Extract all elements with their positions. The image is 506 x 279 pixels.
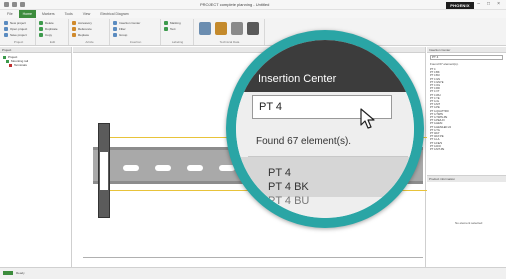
ribbon-item[interactable]: Copy	[45, 33, 52, 37]
status-text: Ready	[16, 271, 25, 275]
save-project-icon[interactable]	[4, 32, 8, 37]
phoenix-logo: PHOENIX	[446, 2, 474, 9]
status-bar: Ready	[0, 267, 506, 279]
save-icon[interactable]	[4, 2, 9, 7]
ribbon-group-label: Labeling	[171, 40, 184, 44]
magnified-header: Insertion Center	[236, 40, 414, 92]
results-list: PT 4 PT 4 BK PT 4 BU PT 4 GN PT 4 GNYE P…	[430, 68, 503, 151]
ribbon-group-article: Accessory Reference Replace Article	[70, 19, 110, 45]
ribbon-item[interactable]: Save project	[10, 33, 27, 37]
print-icon[interactable]	[247, 22, 259, 35]
ribbon-group-edit: Delete Duplicate Copy Edit	[37, 19, 69, 45]
magnified-found-text: Found 67 element(s).	[256, 136, 352, 147]
tree-node[interactable]: Terminals	[3, 63, 68, 67]
terminal-icon	[9, 63, 12, 67]
list-item[interactable]: PT 4 BU	[268, 194, 309, 208]
magnified-rail	[236, 157, 414, 197]
tab-view[interactable]: View	[79, 10, 95, 18]
rail-slot	[187, 165, 203, 171]
list-item[interactable]: PT 4 BK	[268, 180, 309, 194]
maximize-button[interactable]: □	[487, 1, 490, 7]
tab-file[interactable]: File	[3, 10, 17, 18]
marking-icon[interactable]	[164, 20, 168, 25]
replace-icon[interactable]	[72, 32, 76, 37]
magnifier-callout: Insertion Center PT 4 Found 67 element(s…	[226, 30, 424, 228]
ribbon-item[interactable]: Reference	[78, 27, 92, 31]
no-element-text: No element selected	[455, 221, 483, 225]
ribbon-item[interactable]: Group	[119, 33, 127, 37]
tab-home[interactable]: Home	[18, 10, 36, 18]
text-icon[interactable]	[164, 26, 168, 31]
open-project-icon[interactable]	[4, 26, 8, 31]
insertion-center-header: Insertion Center	[427, 47, 506, 53]
ribbon-item[interactable]: Text	[170, 27, 176, 31]
tab-markers[interactable]: Markers	[38, 10, 59, 18]
accessories-icon[interactable]	[215, 22, 227, 35]
folder-icon	[3, 55, 6, 59]
tab-tools[interactable]: Tools	[61, 10, 77, 18]
close-button[interactable]: ×	[497, 1, 500, 7]
ribbon-group-labeling: Marking Text Labeling	[162, 19, 194, 45]
tree-node-label: Terminals	[14, 63, 27, 67]
insertion-search-input[interactable]: PT 4	[430, 55, 503, 60]
copy-icon[interactable]	[39, 32, 43, 37]
delete-icon[interactable]	[39, 20, 43, 25]
ribbon-group-label: Article	[85, 40, 94, 44]
ribbon-item[interactable]: Delete	[45, 21, 54, 25]
insertion-center-panel: Insertion Center PT 4 Found 67 element(s…	[427, 47, 506, 267]
ribbon-item[interactable]: Open project	[10, 27, 27, 31]
magnified-title: Insertion Center	[258, 73, 337, 85]
product-info-header: Product information	[427, 176, 506, 182]
insertion-center-icon[interactable]	[113, 20, 117, 25]
redo-icon[interactable]	[20, 2, 25, 7]
ribbon-item[interactable]: Insertion Center	[119, 21, 140, 25]
window-controls: – □ ×	[477, 1, 500, 7]
found-count-text: Found 67 element(s).	[430, 62, 459, 66]
rail-icon	[6, 59, 9, 63]
ribbon-group-project: New project Open project Save project Pr…	[2, 19, 36, 45]
duplicate-icon[interactable]	[39, 26, 43, 31]
group-icon[interactable]	[113, 32, 117, 37]
terminal-marker	[100, 152, 108, 190]
project-tree: Project Mounting rail Terminals	[0, 53, 71, 69]
ribbon-item[interactable]: Accessory	[78, 21, 92, 25]
filter-icon[interactable]	[113, 26, 117, 31]
canvas-divider	[83, 257, 423, 258]
mouse-cursor-icon	[360, 108, 375, 129]
undo-icon[interactable]	[12, 2, 17, 7]
new-project-icon[interactable]	[4, 20, 8, 25]
ribbon-item[interactable]: Marking	[170, 21, 181, 25]
list-item[interactable]: PT 4	[268, 166, 309, 180]
status-indicator	[3, 271, 13, 275]
documents-icon[interactable]	[231, 22, 243, 35]
minimize-button[interactable]: –	[477, 1, 480, 7]
ribbon-group-label: Edit	[49, 40, 56, 44]
reference-icon[interactable]	[72, 26, 76, 31]
window-title: PROJECT complete planning - Untitled	[200, 2, 270, 7]
magnified-results-list: PT 4 PT 4 BK PT 4 BU	[268, 166, 309, 208]
ribbon-item[interactable]: Replace	[78, 33, 89, 37]
technical-data-icon[interactable]	[199, 22, 211, 35]
rail-slot	[155, 165, 171, 171]
terminal-block[interactable]	[98, 123, 110, 218]
ribbon-group-insertion: Insertion Center Filter Group Insertion	[111, 19, 161, 45]
ribbon-tabs: File Home Markers Tools View Electrical …	[0, 10, 506, 18]
ribbon-item[interactable]: Duplicate	[45, 27, 58, 31]
project-panel: Project Project Mounting rail Terminals	[0, 47, 72, 267]
product-info-panel: Product information No element selected	[427, 175, 506, 267]
accessory-icon[interactable]	[72, 20, 76, 25]
ribbon-group-label: Insertion	[129, 40, 142, 44]
magnified-separator	[248, 156, 408, 157]
ribbon-item[interactable]: New project	[10, 21, 26, 25]
list-item[interactable]: PT 4-MT-PE	[430, 148, 503, 151]
quick-access-toolbar	[4, 2, 25, 7]
title-bar: PROJECT complete planning - Untitled PHO…	[0, 0, 506, 10]
rail-slot	[123, 165, 139, 171]
tab-electrical-diagram[interactable]: Electrical Diagram	[96, 10, 132, 18]
ribbon-item[interactable]: Filter	[119, 27, 126, 31]
ribbon-group-label: Project	[13, 40, 24, 44]
